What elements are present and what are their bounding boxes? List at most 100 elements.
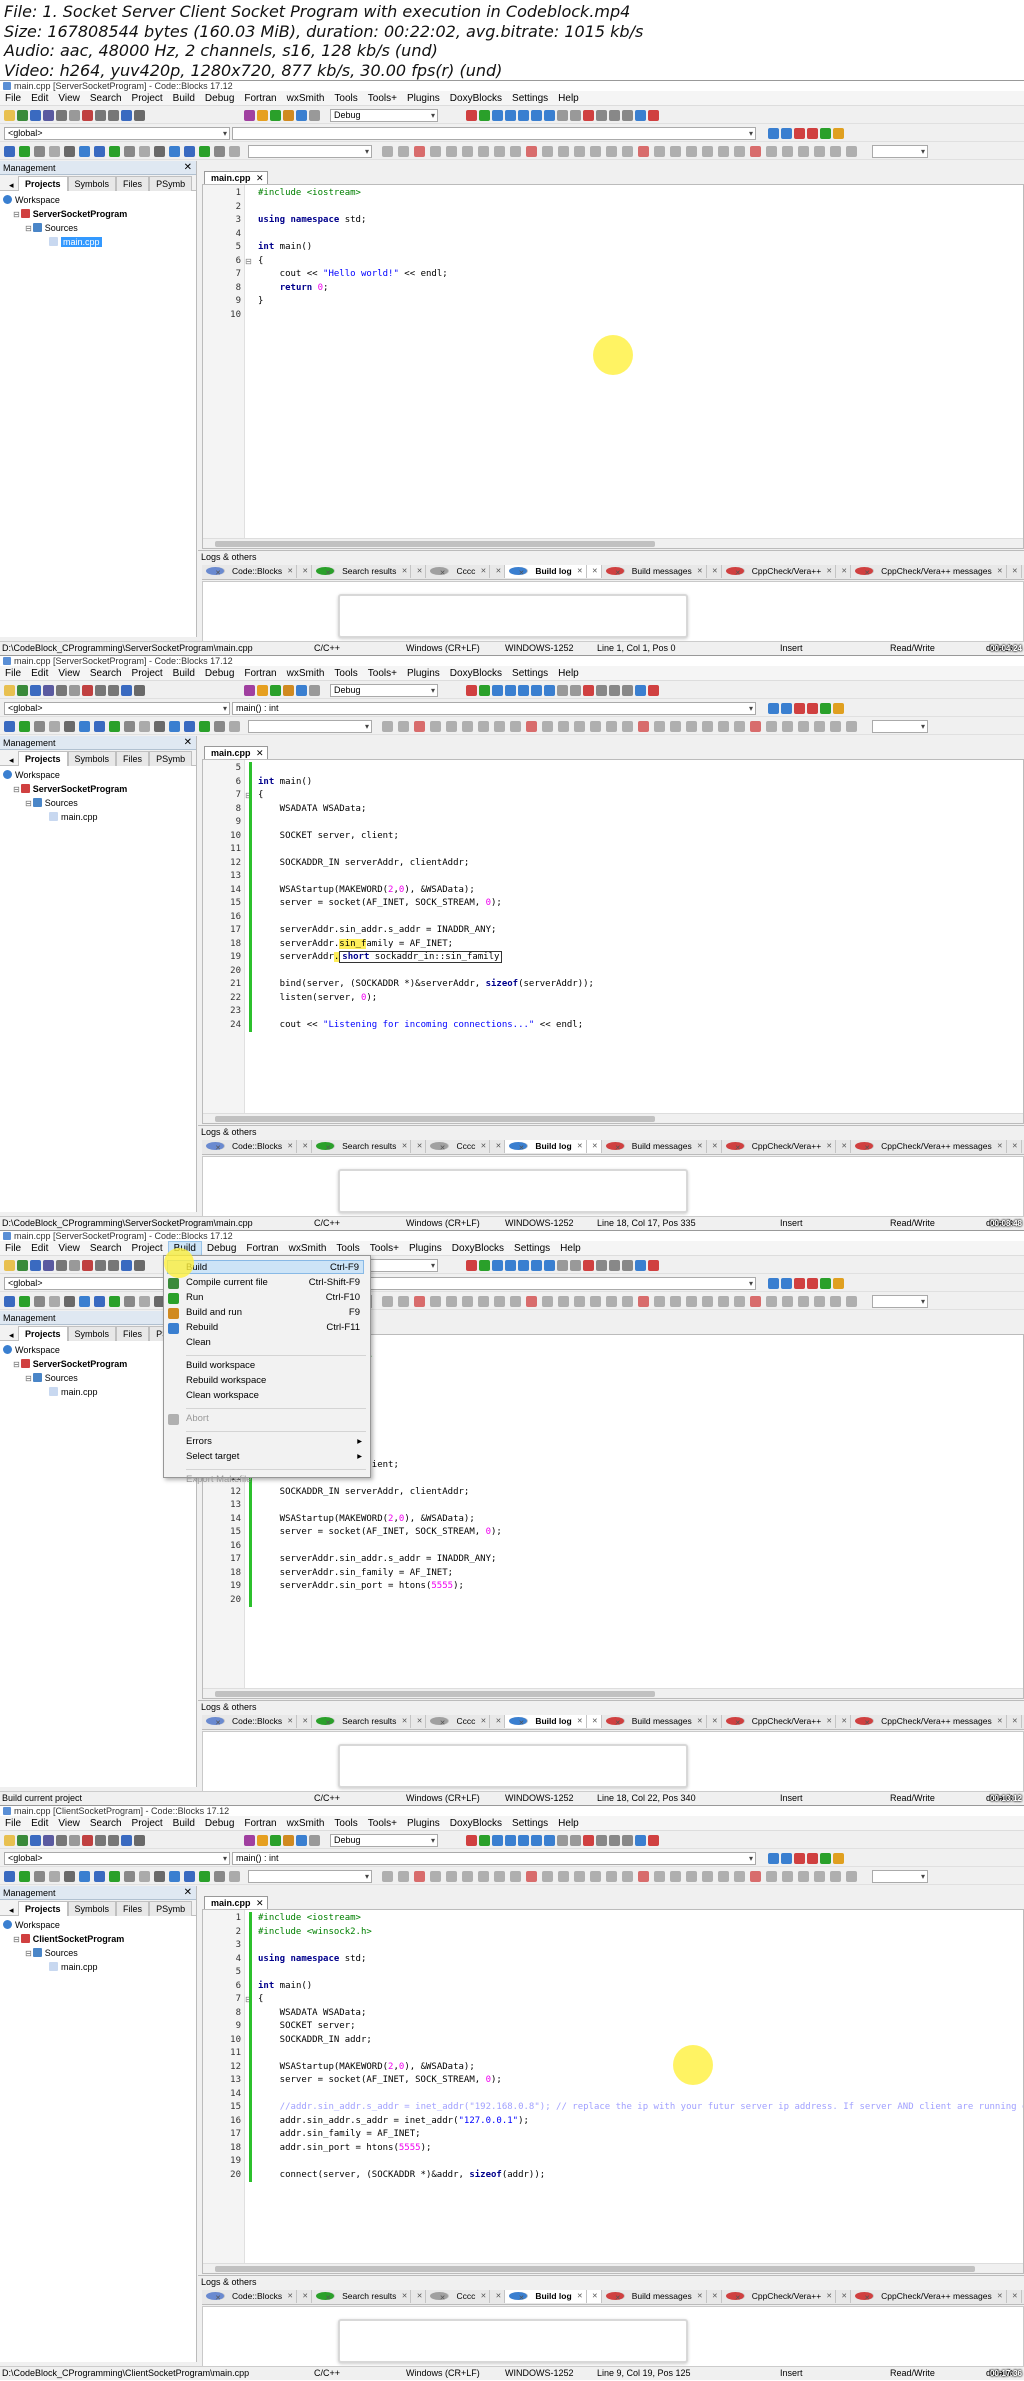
- menu-project[interactable]: Project: [127, 666, 168, 681]
- debug-toolbar-icon[interactable]: [635, 110, 646, 121]
- toolbar-icon[interactable]: [154, 146, 165, 157]
- scrollbar-thumb[interactable]: [215, 2266, 975, 2272]
- menu-settings[interactable]: Settings: [507, 1816, 553, 1831]
- log-tab-build-messages[interactable]: Build messages: [602, 1715, 722, 1729]
- tree-sources-folder[interactable]: ⊟ Sources: [3, 796, 196, 810]
- log-tab-build-messages[interactable]: Build messages: [602, 2290, 722, 2304]
- search-select[interactable]: [248, 1870, 372, 1883]
- collapse-icon[interactable]: ⊟: [25, 1374, 32, 1383]
- toolbar-icon[interactable]: [109, 1296, 120, 1307]
- debug-toolbar-icon[interactable]: [466, 1260, 477, 1271]
- toolbar-icon[interactable]: [43, 1835, 54, 1846]
- jump-icon[interactable]: [833, 128, 844, 139]
- build-menu-errors[interactable]: Errors ▸: [186, 1435, 364, 1449]
- build-target-select[interactable]: Debug: [330, 1834, 438, 1847]
- menu-search[interactable]: Search: [85, 91, 127, 106]
- toolbar-icon[interactable]: [494, 1296, 505, 1307]
- debug-toolbar-icon[interactable]: [518, 110, 529, 121]
- toolbar-icon[interactable]: [462, 1296, 473, 1307]
- jump-icon[interactable]: [768, 1278, 779, 1289]
- toolbar-icon[interactable]: [718, 1296, 729, 1307]
- menu-search[interactable]: Search: [85, 1816, 127, 1831]
- toolbar-icon[interactable]: [214, 721, 225, 732]
- menu-tools[interactable]: Tools: [329, 1816, 362, 1831]
- collapse-icon[interactable]: ⊟: [25, 799, 32, 808]
- log-tab-cppcheck-vera-messages[interactable]: CppCheck/Vera++ messages: [851, 565, 1022, 579]
- toolbar-icon[interactable]: [94, 146, 105, 157]
- tree-workspace[interactable]: Workspace: [3, 1918, 196, 1932]
- jump-icon[interactable]: [794, 1853, 805, 1864]
- toolbar-icon[interactable]: [782, 1296, 793, 1307]
- jump-icon[interactable]: [833, 1853, 844, 1864]
- debug-toolbar-icon[interactable]: [492, 685, 503, 696]
- build-menu-compile-current-file[interactable]: Compile current file Ctrl-Shift-F9: [186, 1276, 364, 1290]
- toolbar-icon[interactable]: [734, 721, 745, 732]
- search-select[interactable]: [248, 145, 372, 158]
- menu-view[interactable]: View: [53, 1241, 85, 1256]
- debug-toolbar-icon[interactable]: [570, 1260, 581, 1271]
- jump-icon[interactable]: [794, 1278, 805, 1289]
- search-text-select[interactable]: [872, 1870, 928, 1883]
- toolbar-icon[interactable]: [590, 721, 601, 732]
- menu-tools[interactable]: Tools: [331, 1241, 364, 1256]
- jump-icon[interactable]: [807, 1853, 818, 1864]
- toolbar-icon[interactable]: [782, 1871, 793, 1882]
- jump-icon[interactable]: [781, 703, 792, 714]
- debug-toolbar-icon[interactable]: [635, 685, 646, 696]
- toolbar-icon[interactable]: [750, 146, 761, 157]
- toolbar-icon[interactable]: [244, 1835, 255, 1846]
- tab-scroll-left-icon[interactable]: ◂: [3, 1328, 20, 1342]
- scrollbar-thumb[interactable]: [215, 1116, 655, 1122]
- toolbar-icon[interactable]: [49, 1871, 60, 1882]
- menu-help[interactable]: Help: [555, 1241, 586, 1256]
- jump-icon[interactable]: [768, 1853, 779, 1864]
- toolbar-icon[interactable]: [606, 721, 617, 732]
- jump-icon[interactable]: [781, 128, 792, 139]
- horizontal-scrollbar[interactable]: [203, 1113, 1023, 1123]
- toolbar-icon[interactable]: [702, 1871, 713, 1882]
- menu-doxyblocks[interactable]: DoxyBlocks: [445, 666, 507, 681]
- toolbar-icon[interactable]: [638, 1871, 649, 1882]
- toolbar-icon[interactable]: [94, 721, 105, 732]
- toolbar-icon[interactable]: [830, 1871, 841, 1882]
- toolbar-icon[interactable]: [169, 1871, 180, 1882]
- toolbar-icon[interactable]: [590, 1871, 601, 1882]
- code-editor[interactable]: 1 2 3 4 5 6 7 8 9 10 #include <iostream> using name…: [202, 184, 1024, 549]
- toolbar-icon[interactable]: [296, 685, 307, 696]
- menu-doxyblocks[interactable]: DoxyBlocks: [445, 91, 507, 106]
- toolbar-icon[interactable]: [82, 1260, 93, 1271]
- tree-file-main-cpp[interactable]: main.cpp: [3, 235, 196, 249]
- toolbar-icon[interactable]: [750, 1296, 761, 1307]
- debug-toolbar-icon[interactable]: [466, 1835, 477, 1846]
- toolbar-icon[interactable]: [169, 721, 180, 732]
- toolbar-icon[interactable]: [846, 1871, 857, 1882]
- jump-icon[interactable]: [768, 703, 779, 714]
- toolbar-icon[interactable]: [462, 1871, 473, 1882]
- debug-toolbar-icon[interactable]: [622, 110, 633, 121]
- horizontal-scrollbar[interactable]: [203, 538, 1023, 548]
- toolbar-icon[interactable]: [814, 1296, 825, 1307]
- menu-file[interactable]: File: [0, 1241, 26, 1256]
- toolbar-icon[interactable]: [654, 1871, 665, 1882]
- debug-toolbar-icon[interactable]: [544, 110, 555, 121]
- debug-toolbar-icon[interactable]: [557, 685, 568, 696]
- toolbar-icon[interactable]: [766, 146, 777, 157]
- toolbar-icon[interactable]: [108, 110, 119, 121]
- menu-project[interactable]: Project: [127, 1816, 168, 1831]
- scrollbar-thumb[interactable]: [215, 1691, 655, 1697]
- toolbar-icon[interactable]: [574, 146, 585, 157]
- toolbar-icon[interactable]: [69, 110, 80, 121]
- toolbar-icon[interactable]: [121, 1835, 132, 1846]
- menu-tools-[interactable]: Tools+: [363, 1816, 402, 1831]
- jump-icon[interactable]: [807, 128, 818, 139]
- toolbar-icon[interactable]: [430, 1871, 441, 1882]
- log-tab-cppcheck-vera-[interactable]: CppCheck/Vera++: [722, 1715, 852, 1729]
- tab-projects[interactable]: Projects: [18, 176, 68, 191]
- debug-toolbar-icon[interactable]: [609, 110, 620, 121]
- search-text-select[interactable]: [872, 720, 928, 733]
- toolbar-icon[interactable]: [43, 685, 54, 696]
- menu-tools[interactable]: Tools: [329, 666, 362, 681]
- toolbar-icon[interactable]: [94, 1871, 105, 1882]
- toolbar-icon[interactable]: [718, 1871, 729, 1882]
- debug-toolbar-icon[interactable]: [505, 1260, 516, 1271]
